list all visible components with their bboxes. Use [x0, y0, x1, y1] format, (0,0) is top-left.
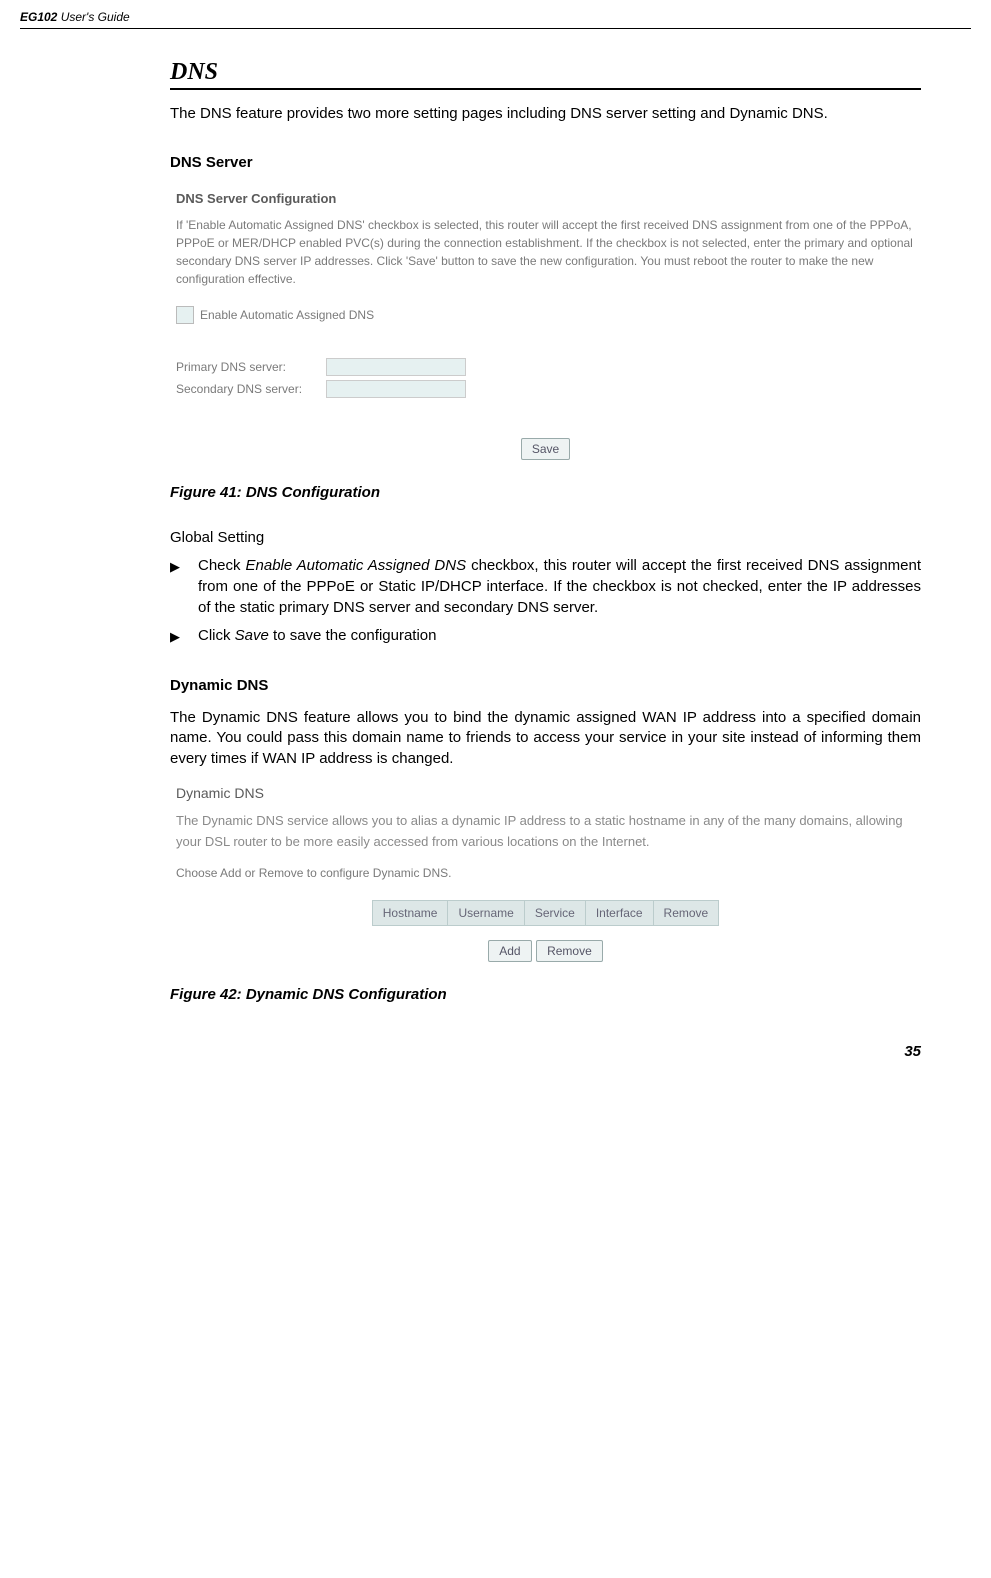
bullet-click-save: ▶ Click Save to save the configuration [170, 626, 921, 647]
bullet2-post: to save the configuration [269, 627, 437, 644]
dns-server-heading: DNS Server [170, 154, 921, 171]
figure-41-caption: Figure 41: DNS Configuration [170, 484, 921, 501]
ddns-col-service: Service [525, 901, 586, 925]
page-number: 35 [170, 1043, 921, 1060]
primary-dns-label: Primary DNS server: [176, 360, 326, 374]
global-setting-label: Global Setting [170, 529, 921, 546]
ddns-panel: Dynamic DNS The Dynamic DNS service allo… [170, 779, 921, 969]
save-button[interactable]: Save [521, 438, 570, 460]
bullet2-pre: Click [198, 627, 235, 644]
bullet-marker-icon: ▶ [170, 556, 198, 618]
ddns-col-hostname: Hostname [373, 901, 449, 925]
secondary-dns-label: Secondary DNS server: [176, 382, 326, 396]
ddns-col-remove: Remove [654, 901, 719, 925]
enable-auto-dns-checkbox[interactable] [176, 306, 194, 324]
ddns-table-header: Hostname Username Service Interface Remo… [372, 900, 719, 926]
ddns-add-button[interactable]: Add [488, 940, 531, 962]
ddns-col-username: Username [448, 901, 524, 925]
header-guide-title: EG102 User's Guide [20, 10, 130, 24]
ddns-panel-title: Dynamic DNS [176, 785, 915, 801]
ddns-heading: Dynamic DNS [170, 677, 921, 694]
bullet-marker-icon: ▶ [170, 626, 198, 647]
dns-panel-desc: If 'Enable Automatic Assigned DNS' check… [176, 216, 915, 288]
ddns-remove-button[interactable]: Remove [536, 940, 603, 962]
dns-server-panel: DNS Server Configuration If 'Enable Auto… [170, 185, 921, 466]
bullet1-pre: Check [198, 557, 246, 574]
header-suffix: User's Guide [57, 10, 129, 24]
section-title-dns: DNS [170, 59, 921, 90]
section-intro: The DNS feature provides two more settin… [170, 104, 921, 124]
enable-auto-dns-label: Enable Automatic Assigned DNS [200, 308, 374, 322]
header-model: EG102 [20, 10, 57, 24]
primary-dns-input[interactable] [326, 358, 466, 376]
ddns-panel-choose: Choose Add or Remove to configure Dynami… [176, 866, 915, 880]
secondary-dns-input[interactable] [326, 380, 466, 398]
ddns-intro: The Dynamic DNS feature allows you to bi… [170, 708, 921, 769]
figure-42-caption: Figure 42: Dynamic DNS Configuration [170, 986, 921, 1003]
bullet1-em: Enable Automatic Assigned DNS [246, 557, 467, 574]
bullet2-em: Save [235, 627, 269, 644]
dns-panel-title: DNS Server Configuration [176, 191, 915, 206]
ddns-col-interface: Interface [586, 901, 654, 925]
bullet-enable-auto-dns: ▶ Check Enable Automatic Assigned DNS ch… [170, 556, 921, 618]
ddns-panel-desc: The Dynamic DNS service allows you to al… [176, 811, 915, 853]
